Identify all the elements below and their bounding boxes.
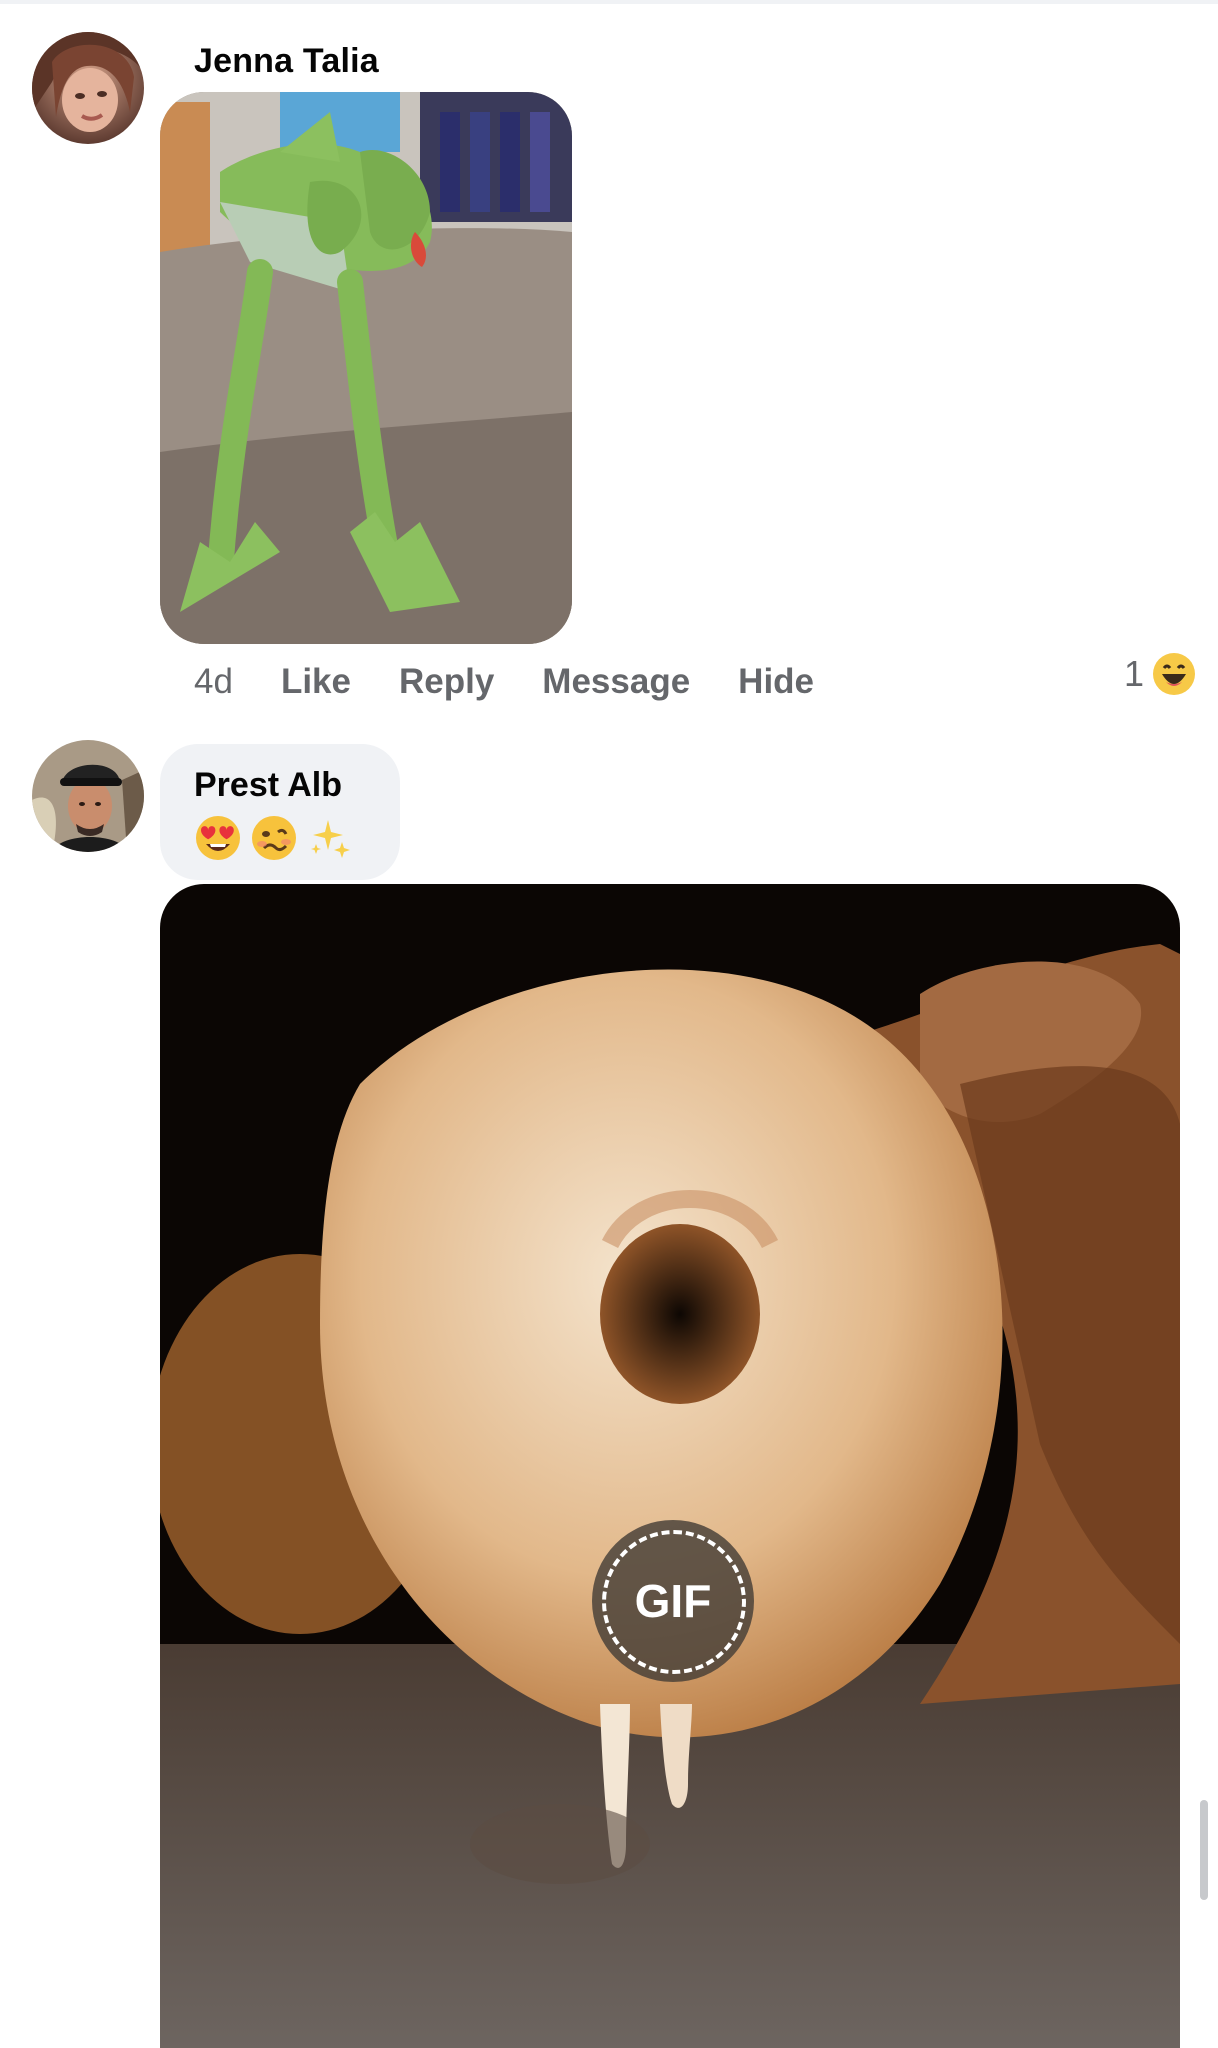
comment-gif-attachment[interactable] bbox=[160, 884, 1180, 2048]
message-button[interactable]: Message bbox=[542, 662, 690, 702]
comment-bubble: Prest Alb bbox=[160, 744, 400, 880]
avatar-prest[interactable] bbox=[32, 740, 144, 852]
reaction-summary[interactable]: 1 bbox=[1124, 652, 1196, 696]
reaction-count: 1 bbox=[1123, 653, 1144, 694]
gif-label: GIF bbox=[634, 1575, 712, 1627]
like-button[interactable]: Like bbox=[281, 662, 351, 702]
hide-button[interactable]: Hide bbox=[738, 662, 814, 702]
comment-text bbox=[194, 814, 354, 862]
reply-button[interactable]: Reply bbox=[399, 662, 494, 702]
comment-actions-bar: 4d Like Reply Message Hide bbox=[194, 660, 862, 704]
user-avatar-icon bbox=[32, 740, 144, 852]
scrollbar[interactable] bbox=[1200, 1800, 1208, 1900]
haha-reaction-icon bbox=[1153, 653, 1195, 695]
comment-image-attachment[interactable] bbox=[160, 92, 572, 644]
comment-author-name[interactable]: Jenna Talia bbox=[194, 42, 379, 81]
woozy-face-emoji-icon bbox=[252, 816, 296, 860]
gif-play-button[interactable]: GIF bbox=[592, 1520, 754, 1682]
comment-author-name[interactable]: Prest Alb bbox=[194, 766, 342, 805]
comment-timestamp[interactable]: 4d bbox=[194, 662, 233, 702]
sparkles-emoji-icon bbox=[311, 820, 350, 858]
heart-eyes-emoji-icon bbox=[196, 816, 240, 860]
divider bbox=[0, 0, 1218, 4]
donut-gif bbox=[160, 884, 1180, 2048]
avatar-jenna[interactable] bbox=[32, 32, 144, 144]
user-avatar-icon bbox=[32, 32, 144, 144]
kermit-photo bbox=[160, 92, 572, 644]
